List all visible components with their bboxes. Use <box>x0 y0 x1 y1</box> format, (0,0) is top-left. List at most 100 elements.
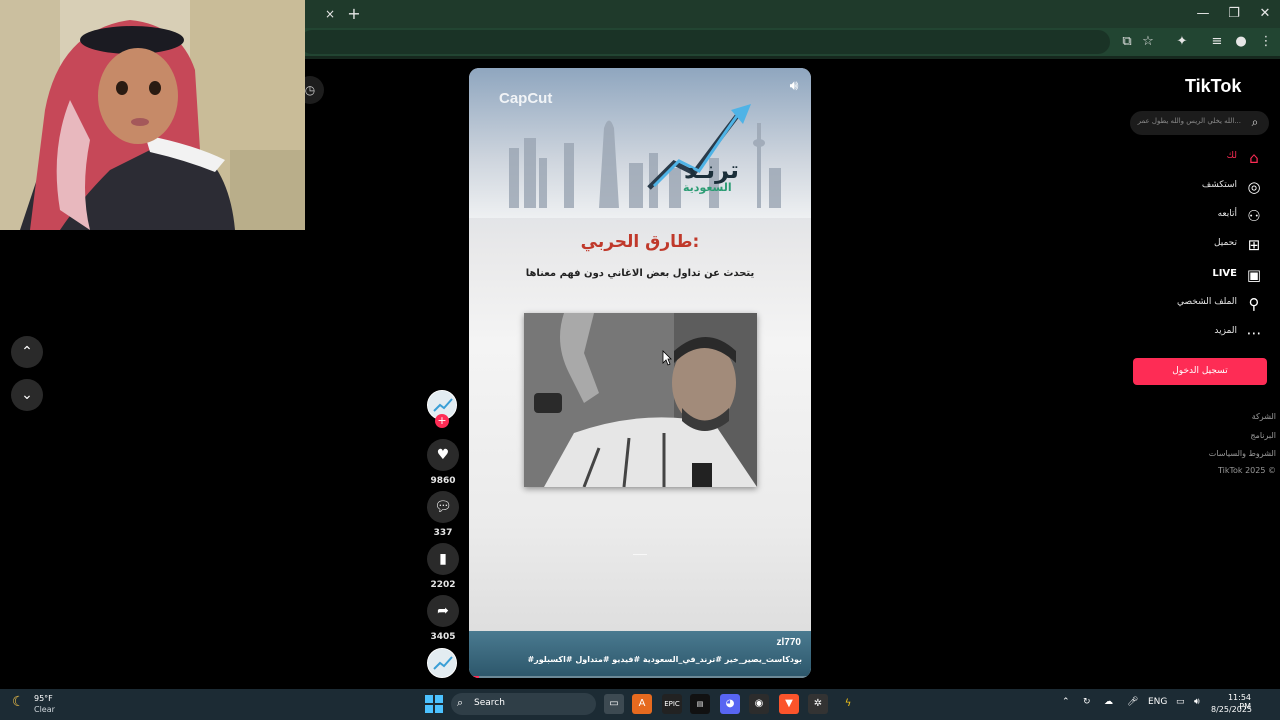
nav-label-explore: استكشف <box>1201 180 1237 190</box>
comment-button[interactable]: 💬︎ <box>427 491 459 523</box>
browser-menu-icon[interactable]: ⋮ <box>1257 33 1275 51</box>
footer-program-link[interactable]: البرنامج <box>1250 431 1276 440</box>
upload-icon: ⊞ <box>1247 236 1261 254</box>
nav-for-you[interactable]: لك ⌂ <box>1150 148 1266 168</box>
comment-icon: 💬︎ <box>434 499 452 515</box>
brand-subtitle: السعودية <box>683 181 732 194</box>
moon-weather-icon[interactable]: ☾ <box>12 694 25 710</box>
nav-following[interactable]: أتابعه ⚇ <box>1150 206 1266 226</box>
progress-track[interactable] <box>469 676 811 678</box>
nav-label-more: المزيد <box>1214 326 1237 336</box>
weather-temperature[interactable]: 95°F <box>34 694 53 703</box>
brave-icon[interactable]: ▼ <box>779 694 799 714</box>
inset-person-image <box>524 313 757 487</box>
restore-button[interactable]: ❐ <box>1217 4 1251 24</box>
install-app-icon[interactable]: ⧉ <box>1118 33 1136 51</box>
windows-start-icon[interactable] <box>425 695 443 713</box>
webcam-overlay <box>0 0 305 230</box>
new-tab-button[interactable]: + <box>345 5 363 23</box>
nav-label-upload: تحميل <box>1213 238 1237 248</box>
footer-copyright: TikTok 2025 © <box>1218 466 1276 475</box>
footer-company-link[interactable]: الشركة <box>1252 412 1276 421</box>
discord-icon[interactable]: ◕ <box>720 694 740 714</box>
tray-overflow-icon[interactable]: ⌃ <box>1062 697 1070 707</box>
chrome-icon[interactable]: ◉ <box>749 694 769 714</box>
like-count: 9860 <box>430 476 456 486</box>
caption-bar: zl770 #بودكاست_يصير_خير #ترند_في_السعودي… <box>469 631 811 678</box>
weather-description[interactable]: Clear <box>34 705 55 714</box>
media-control-icon[interactable]: ≡ <box>1208 33 1226 51</box>
brand-title: ترنـد <box>684 156 740 184</box>
webcam-image <box>0 0 305 230</box>
compass-icon: ◎ <box>1247 178 1261 196</box>
bookmark-icon: ▮ <box>439 551 447 567</box>
save-button[interactable]: ▮ <box>427 543 459 575</box>
heart-icon: ♥ <box>436 447 450 463</box>
tray-sync-icon[interactable]: ↻ <box>1083 697 1091 707</box>
login-button[interactable]: تسجيل الدخول <box>1133 358 1267 385</box>
author-username[interactable]: zl770 <box>777 637 801 648</box>
more-icon: ⋯ <box>1246 324 1262 342</box>
like-button[interactable]: ♥ <box>427 439 459 471</box>
app-a-icon[interactable]: A <box>632 694 652 714</box>
capcut-watermark: CapCut <box>499 90 553 107</box>
network-icon[interactable]: ▭ <box>1176 697 1185 707</box>
close-window-button[interactable]: ✕ <box>1248 4 1280 24</box>
next-video-button[interactable]: ⌄ <box>11 379 43 411</box>
share-count: 3405 <box>430 632 456 642</box>
share-icon: ➦ <box>437 603 449 619</box>
video-subline: يتحدث عن تداول بعض الاغاني دون فهم معناه… <box>525 268 755 279</box>
volume-icon[interactable]: 🔊︎ <box>1194 697 1200 707</box>
language-indicator[interactable]: ENG <box>1148 697 1167 707</box>
volume-icon[interactable]: 🔊︎ <box>785 78 803 96</box>
tab-close-button[interactable]: × <box>322 6 338 22</box>
address-bar[interactable] <box>300 30 1110 54</box>
nav-label-following: أتابعه <box>1217 209 1237 219</box>
tiktok-logo[interactable]: TikTok <box>1185 76 1241 97</box>
home-icon: ⌂ <box>1249 149 1259 167</box>
comment-count: 337 <box>433 528 453 538</box>
nav-label-for-you: لك <box>1226 151 1237 161</box>
microphone-icon[interactable]: 🎤︎ <box>1127 697 1138 707</box>
hashtag-list[interactable]: #بودكاست_يصير_خير #ترند_في_السعودية #فيد… <box>527 655 802 664</box>
live-icon: ▣ <box>1246 266 1262 284</box>
taskbar-search[interactable]: ⌕ Search <box>451 693 596 715</box>
progress-fill <box>469 676 480 678</box>
music-disc-image <box>428 649 456 677</box>
taskbar-search-label: Search <box>474 698 505 708</box>
app-settings-icon[interactable]: ✲ <box>808 694 828 714</box>
video-inset-frame <box>524 313 757 487</box>
nav-upload[interactable]: تحميل ⊞ <box>1150 235 1266 255</box>
save-count: 2202 <box>430 580 456 590</box>
previous-video-button[interactable]: ⌃ <box>11 336 43 368</box>
nav-more[interactable]: المزيد ⋯ <box>1150 323 1266 343</box>
profile-icon: ⚲ <box>1248 295 1260 313</box>
following-icon: ⚇ <box>1247 207 1261 225</box>
search-icon[interactable]: ⌕ <box>1247 115 1263 131</box>
clock-date[interactable]: 8/25/2025 <box>1211 705 1252 714</box>
epic-games-icon[interactable]: EPIC <box>662 694 682 714</box>
task-view-icon[interactable]: ▭ <box>604 694 624 714</box>
share-button[interactable]: ➦ <box>427 595 459 627</box>
search-icon: ⌕ <box>457 696 464 709</box>
follow-button[interactable]: + <box>435 414 449 428</box>
bookmark-star-icon[interactable]: ☆ <box>1139 33 1157 51</box>
search-input[interactable]: الله يخلي الريس والله يطول عمر... ⌕ <box>1130 111 1269 135</box>
search-placeholder: الله يخلي الريس والله يطول عمر... <box>1137 117 1241 125</box>
video-player[interactable]: CapCut 🔊︎ ترنـد السعودية طارق الحربي: يت… <box>469 68 811 678</box>
video-headline: طارق الحربي: <box>580 232 700 252</box>
footer-terms-link[interactable]: الشروط والسياسات <box>1209 449 1276 458</box>
nav-profile[interactable]: الملف الشخصي ⚲ <box>1150 294 1266 314</box>
extensions-icon[interactable]: ✦ <box>1173 33 1191 51</box>
nav-label-live: LIVE <box>1212 268 1237 279</box>
app-bolt-icon[interactable]: ϟ <box>838 694 858 714</box>
sound-disc[interactable] <box>427 648 457 678</box>
nav-live[interactable]: LIVE ▣ <box>1150 265 1266 285</box>
mouse-cursor <box>662 350 672 366</box>
profile-avatar-icon[interactable]: ● <box>1232 33 1250 51</box>
minimize-button[interactable]: — <box>1186 4 1220 24</box>
media-app-icon[interactable]: ▤ <box>690 694 710 714</box>
nav-explore[interactable]: استكشف ◎ <box>1150 177 1266 197</box>
nav-label-profile: الملف الشخصي <box>1177 297 1237 307</box>
onedrive-icon[interactable]: ☁ <box>1104 697 1113 707</box>
